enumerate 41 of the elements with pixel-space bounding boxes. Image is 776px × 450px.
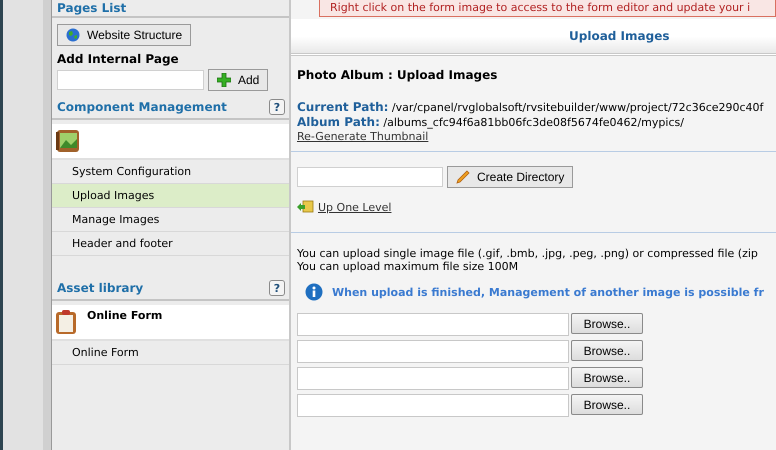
upload-info-text: You can upload maximum file size 100M xyxy=(297,260,520,273)
sidebar-item[interactable]: Online Form xyxy=(52,341,289,365)
current-path: Current Path: /var/cpanel/rvglobalsoft/rvsitebuilder/www/project/72c36ce290c40f xyxy=(297,100,765,115)
add-button[interactable]: Add xyxy=(208,69,268,91)
globe-icon xyxy=(66,28,80,42)
file-path-input[interactable] xyxy=(297,340,569,363)
section-title: Asset library xyxy=(57,281,144,295)
section-title: Pages List xyxy=(57,1,126,15)
help-button[interactable]: ? xyxy=(269,280,285,296)
directory-name-input[interactable] xyxy=(297,167,443,187)
sidebar-item[interactable]: Header and footer xyxy=(52,232,289,256)
regenerate-thumbnail-link[interactable]: Re-Generate Thumbnail xyxy=(297,130,428,143)
page-title: Upload Images xyxy=(569,29,670,43)
album-path: Album Path: /albums_cfc94f6a81bb06fc3de08f5674fe0462/mypics/ xyxy=(297,115,685,130)
file-path-input[interactable] xyxy=(297,367,569,390)
upload-finished-note: When upload is finished, Management of another image is possible fr xyxy=(332,286,764,298)
clipboard-icon xyxy=(55,309,77,335)
help-button[interactable]: ? xyxy=(269,99,285,115)
page-name-input[interactable] xyxy=(57,70,204,90)
component-name: Online Form xyxy=(87,309,162,322)
section-title: Component Management xyxy=(57,100,227,114)
info-icon xyxy=(305,283,323,301)
up-one-level-link[interactable]: Up One Level xyxy=(318,200,392,214)
upload-info-text: You can upload single image file (.gif, .bmb, .jpg, .peg, .png) or compressed file (zip xyxy=(297,247,759,260)
album-heading: Photo Album : Upload Images xyxy=(297,68,498,82)
file-path-input[interactable] xyxy=(297,394,569,417)
sidebar-item[interactable]: Manage Images xyxy=(52,208,289,232)
browse-button[interactable]: Browse.. xyxy=(571,367,643,388)
sidebar-item[interactable]: Upload Images xyxy=(52,184,289,208)
photo-album-icon xyxy=(55,128,81,154)
create-directory-button[interactable]: Create Directory xyxy=(447,166,574,188)
browse-button[interactable]: Browse.. xyxy=(571,340,643,361)
browse-button[interactable]: Browse.. xyxy=(571,313,643,334)
pencil-icon xyxy=(456,170,470,184)
website-structure-button[interactable]: Website Structure xyxy=(57,24,192,46)
file-path-input[interactable] xyxy=(297,313,569,336)
notice-banner: Right click on the form image to access to the form editor and update your i xyxy=(319,0,776,17)
add-internal-page-label: Add Internal Page xyxy=(57,52,180,66)
folder-up-icon xyxy=(297,200,314,214)
browse-button[interactable]: Browse.. xyxy=(571,394,643,415)
plus-icon xyxy=(217,73,231,87)
